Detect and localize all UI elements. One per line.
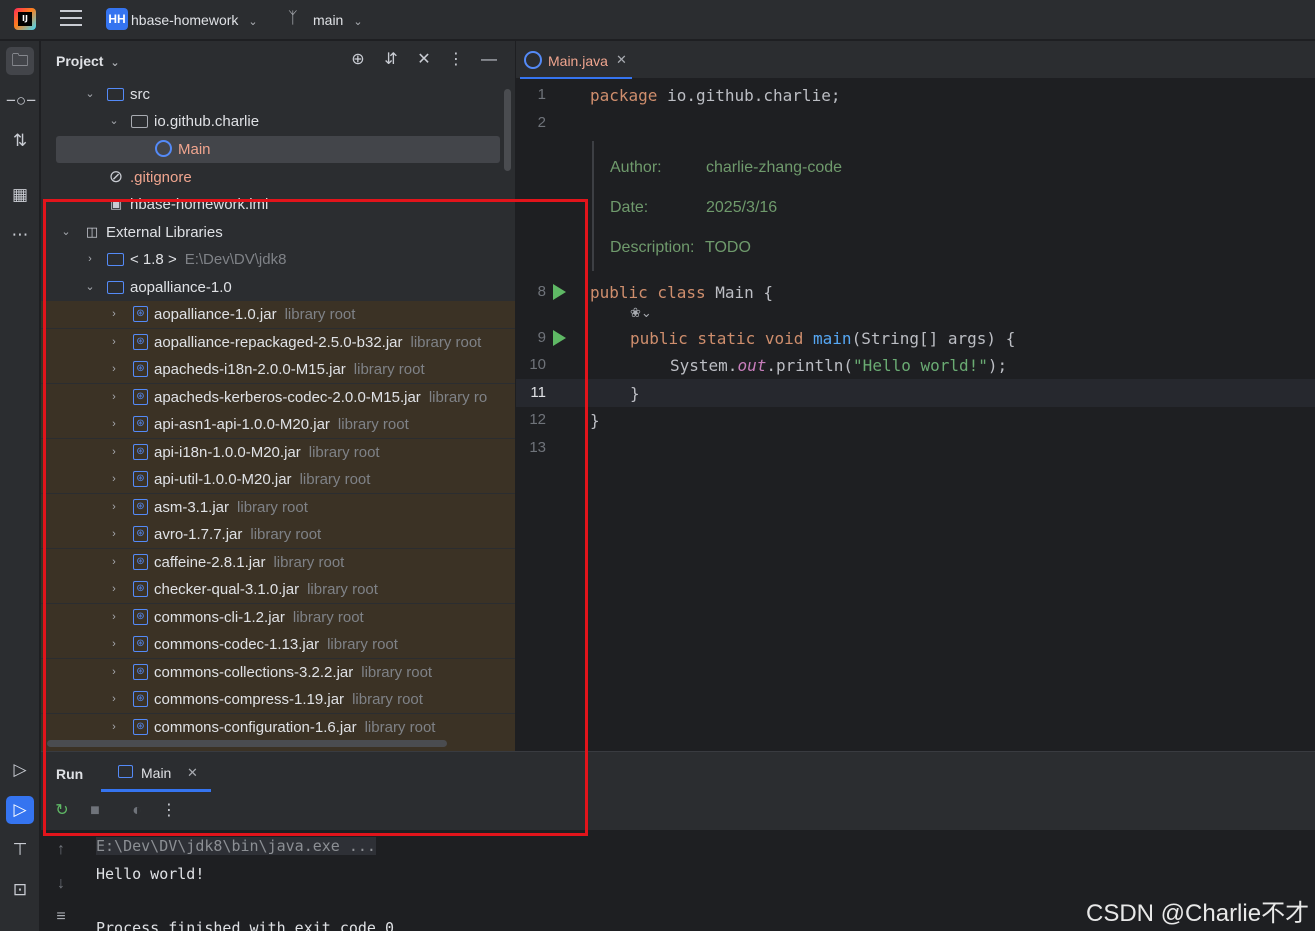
vertical-scrollbar[interactable] [504,89,511,171]
options-icon[interactable]: ⋮ [446,50,466,70]
tool-window-strip: 🗀 −○− ⇅ ▦ ⋯ ▷ ▷ ⊤ ⊡ [0,41,40,931]
line-number: 1 [537,86,546,103]
doc-description-label: Description: [610,239,695,256]
project-view-dropdown[interactable]: Project ⌄ [56,53,120,69]
services-icon[interactable]: ▷ [6,756,34,784]
project-name: hbase-homework [131,12,239,28]
project-folder-icon[interactable]: 🗀 [6,47,34,75]
tree-item-label: Main [178,141,211,158]
source-folder-icon [107,88,124,101]
tab-main-java[interactable]: Main.java ✕ [520,41,632,79]
tab-label: Main.java [548,53,608,69]
watermark: CSDN @Charlie不才 [1086,900,1310,927]
chevron-down-icon: ⌄ [107,57,120,69]
code-editor: Main.java ✕ 1 2 8 9 10 11 12 13 package … [516,41,1315,751]
project-switcher[interactable]: hbase-homework ⌄ [131,12,258,28]
scroll-down-icon[interactable]: ↓ [51,874,71,894]
chevron-down-icon[interactable]: ⌄ [107,108,121,135]
close-icon[interactable]: ✕ [616,52,627,68]
commit-icon[interactable]: −○− [6,87,36,115]
intellij-logo-icon [14,8,36,30]
tree-item-label: io.github.charlie [154,113,260,130]
doc-author-value: charlie-zhang-code [706,159,843,176]
chevron-down-icon: ⌄ [242,16,258,28]
doc-author-label: Author: [610,159,662,176]
java-class-icon [155,140,172,157]
tree-item-label: .gitignore [130,169,192,186]
hide-panel-icon[interactable]: — [479,50,499,70]
more-icon[interactable]: ⋯ [6,221,34,249]
chevron-down-icon[interactable]: ⌄ [83,81,97,108]
collapse-all-icon[interactable]: ✕ [414,50,434,70]
structure-icon[interactable]: ▦ [6,181,34,209]
ignored-file-icon: ⊘ [108,167,124,186]
console-exit-line: Process finished with exit code 0 [96,919,395,931]
java-class-icon [524,51,542,69]
pull-requests-icon[interactable]: ⇅ [6,127,34,155]
tree-item-package[interactable]: ⌄ io.github.charlie [41,108,515,135]
project-panel-title: Project [56,53,104,69]
javadoc-rendered-bar [592,141,594,271]
locate-file-icon[interactable]: ⊕ [348,50,368,70]
build-icon[interactable]: ⊤ [6,836,34,864]
main-menu-icon[interactable] [60,10,82,30]
tree-item-src[interactable]: ⌄ src [41,81,515,108]
tree-item-gitignore[interactable]: ⊘ .gitignore [41,164,515,191]
branch-name: main [313,12,344,28]
chevron-down-icon: ⌄ [347,16,363,28]
console-output-line: Hello world! [96,865,205,883]
code-line-10[interactable]: System.out.println("Hello world!"); [670,356,1007,375]
doc-date-value: 2025/3/16 [706,199,778,216]
project-badge[interactable]: HH [106,8,128,30]
doc-date-label: Date: [610,199,649,216]
expand-all-icon[interactable]: ⇵ [381,50,401,70]
tree-item-main-class[interactable]: Main [56,136,500,163]
project-panel-header: Project ⌄ ⊕ ⇵ ✕ ⋮ — [41,41,515,79]
scroll-up-icon[interactable]: ↑ [51,840,71,860]
highlight-box [43,199,588,836]
inlay-hints-icon[interactable]: ❀⌄ [630,305,652,321]
code-line-12[interactable]: } [590,411,600,430]
doc-description-value: TODO [705,239,751,256]
package-icon [131,115,148,128]
soft-wrap-icon[interactable]: ≡ [51,907,71,927]
terminal-icon[interactable]: ⊡ [6,876,34,904]
run-icon[interactable]: ▷ [6,796,34,824]
code-line-11[interactable]: } [630,384,640,403]
branch-switcher[interactable]: main ⌄ [313,12,363,28]
code-line-9[interactable]: public static void main(String[] args) { [630,329,1015,348]
code-line-8[interactable]: public class Main { [590,283,773,302]
tree-item-label: src [130,86,150,103]
git-branch-icon: ᛉ [288,10,298,27]
code-line-1[interactable]: package io.github.charlie; [590,86,840,105]
title-bar: HH hbase-homework ⌄ ᛉ main ⌄ [0,0,1315,40]
line-number: 2 [537,114,546,131]
console-command-line: E:\Dev\DV\jdk8\bin\java.exe ... [96,837,376,855]
editor-tab-bar: Main.java ✕ [516,41,1315,79]
